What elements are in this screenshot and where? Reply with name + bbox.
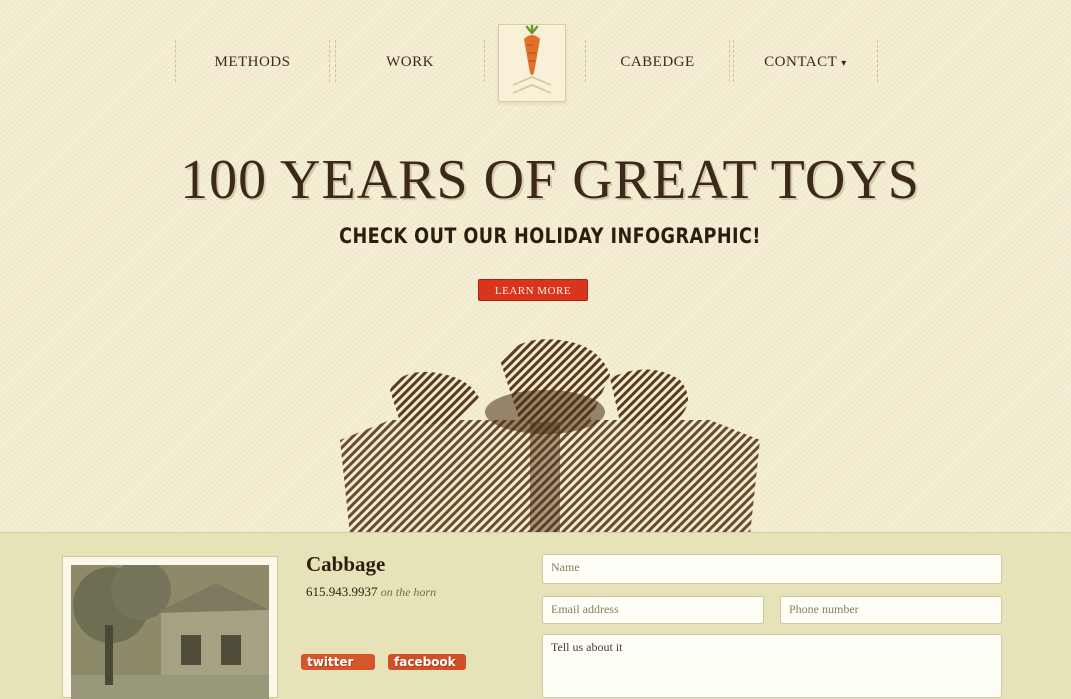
twitter-link[interactable]: twitter <box>301 654 375 670</box>
nav-contact-label: CONTACT <box>764 54 838 70</box>
gift-box-illustration <box>340 339 760 535</box>
email-placeholder: Email address <box>551 602 619 616</box>
name-field[interactable]: Name <box>542 554 1002 584</box>
name-placeholder: Name <box>551 560 580 574</box>
phone-placeholder: Phone number <box>789 602 859 616</box>
nav-contact-button[interactable]: CONTACT ▾ <box>733 40 878 82</box>
hero-subtitle: CHECK OUT OUR HOLIDAY INFOGRAPHIC! <box>339 224 761 248</box>
nav-cabedge-label: CABEDGE <box>620 54 695 70</box>
message-field[interactable]: Tell us about it <box>542 634 1002 698</box>
phone-note: on the horn <box>380 585 437 599</box>
nav-cabedge-button[interactable]: CABEDGE <box>585 40 730 82</box>
carrot-icon <box>512 24 552 94</box>
hero-title: 100 YEARS OF GREAT TOYS <box>180 149 920 211</box>
chevron-down-icon: ▾ <box>841 58 847 69</box>
nav-work-label: WORK <box>386 54 434 70</box>
phone-field[interactable]: Phone number <box>780 596 1002 624</box>
home-logo[interactable] <box>498 24 566 102</box>
email-field[interactable]: Email address <box>542 596 764 624</box>
learn-more-button[interactable]: LEARN MORE <box>478 279 588 301</box>
phone-number: 615.943.9937 on the horn <box>306 584 436 600</box>
nav-methods-button[interactable]: METHODS <box>175 40 330 82</box>
phone-value: 615.943.9937 <box>306 584 378 599</box>
nav-methods-label: METHODS <box>214 54 291 70</box>
message-placeholder: Tell us about it <box>551 640 623 654</box>
storefront-photo <box>62 556 278 699</box>
facebook-link[interactable]: facebook <box>388 654 466 670</box>
business-name: Cabbage <box>306 552 386 576</box>
nav-work-button[interactable]: WORK <box>335 40 485 82</box>
